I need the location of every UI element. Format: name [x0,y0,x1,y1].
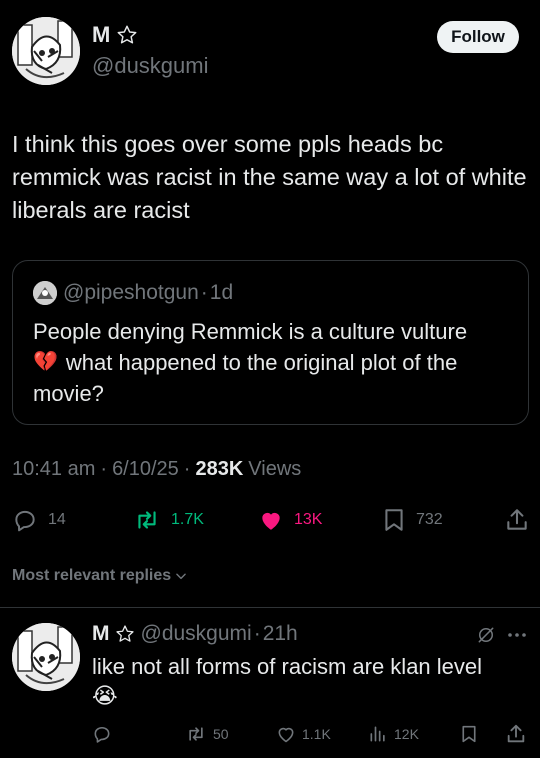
divider [0,607,540,608]
reply-views-count: 12K [394,726,419,742]
like-count: 13K [294,511,323,528]
repost-action[interactable]: 1.7K [133,507,204,533]
author-name-row[interactable]: M [92,22,138,48]
chevron-down-icon [174,569,188,583]
share-icon [505,723,527,745]
reply-like-action[interactable]: 1.1K [276,724,331,744]
star-icon [116,24,138,46]
follow-button[interactable]: Follow [437,21,519,53]
share-button[interactable] [504,507,530,533]
quoted-separator: · [200,281,208,304]
author-handle[interactable]: @duskgumi [92,53,209,79]
reply-reply-action[interactable] [92,724,112,744]
heart-filled-icon [258,507,284,533]
reply-count: 14 [48,511,66,528]
tweet-time[interactable]: 10:41 am [12,458,95,481]
repost-count: 1.7K [171,511,204,528]
meta-separator: · [183,458,191,480]
bookmark-count: 732 [416,511,443,528]
quoted-text: People denying Remmick is a culture vult… [33,316,513,409]
reply-author-avatar[interactable] [12,623,80,691]
author-avatar[interactable] [12,17,80,85]
tweet-meta: 10:41 am · 6/10/25 · 283K Views [12,458,301,481]
reply-text: like not all forms of racism are klan le… [92,654,483,679]
reply-repost-action[interactable]: 50 [185,724,229,744]
repost-icon [133,507,161,533]
tweet-date[interactable]: 6/10/25 [112,458,179,481]
loudly-crying-emoji: 😭 [92,683,118,708]
heart-icon [276,724,296,744]
quoted-text-line-1: People denying Remmick is a culture vult… [33,319,468,344]
bookmark-icon [460,724,478,744]
quoted-text-line-2: what happened to the original plot of th… [65,350,458,375]
reply-author-handle[interactable]: @duskgumi [141,622,252,646]
tweet-text: I think this goes over some ppls heads b… [12,131,527,223]
bookmark-action[interactable]: 732 [382,507,443,533]
quoted-text-line-3: movie? [33,381,104,406]
quoted-avatar [33,281,57,305]
reply-views-action[interactable]: 12K [368,724,419,744]
author-name[interactable]: M [92,22,110,48]
reply-header: M @duskgumi · 21h [92,622,298,646]
reply-author-name[interactable]: M [92,622,110,646]
sort-replies-dropdown[interactable]: Most relevant replies [12,567,188,585]
broken-heart-emoji: 💔 [33,351,58,373]
reply-share-button[interactable] [505,723,527,745]
views-label: Views [248,458,302,480]
reply-repost-count: 50 [213,726,229,742]
reply-icon [92,724,112,744]
sort-replies-label: Most relevant replies [12,567,172,584]
reply-like-count: 1.1K [302,726,331,742]
analytics-icon [368,724,388,744]
bookmark-icon [382,507,406,533]
reply-bookmark-button[interactable] [460,724,478,744]
like-action[interactable]: 13K [258,507,322,533]
star-icon [115,624,135,644]
reply-age: 21h [262,622,298,645]
quoted-handle: @pipeshotgun [63,281,199,304]
reply-separator: · [253,622,261,645]
reply-action[interactable]: 14 [12,507,66,533]
grok-icon[interactable] [476,625,496,645]
reply-icon [12,507,38,533]
quoted-age: 1d [209,281,234,304]
views-count: 283K [195,458,244,480]
more-options-icon[interactable] [506,627,528,643]
meta-separator: · [100,458,108,480]
repost-icon [185,724,207,744]
share-icon [504,507,530,533]
quoted-tweet[interactable]: @pipeshotgun · 1d People denying Remmick… [12,260,529,425]
